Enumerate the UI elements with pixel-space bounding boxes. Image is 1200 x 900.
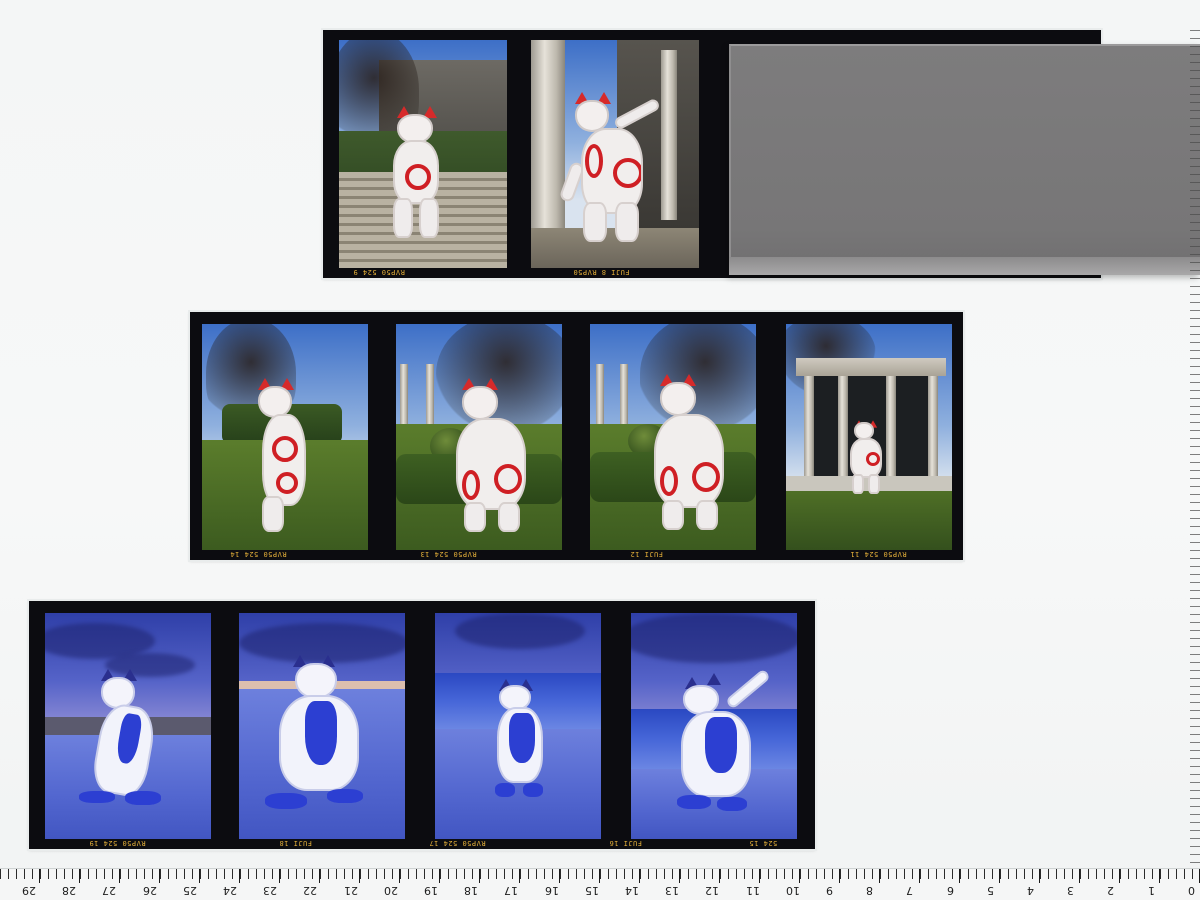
ruler-number: 12 [705,884,720,897]
ruler-number: 24 [223,884,237,897]
ruler-vertical [1182,30,1200,870]
photo-frame-hedge-garden [590,324,756,550]
ruler-number: 8 [866,884,874,897]
red-white-costume-figure [391,106,455,246]
photo-frame-beach [631,613,797,839]
red-white-costume-figure [244,378,314,538]
photo-frame-beach [239,613,405,839]
ruler-number: 21 [343,884,358,897]
ruler-number: 0 [1187,884,1195,897]
cover-card-edge [729,257,1200,275]
photo-frame-hedge-garden [396,324,562,550]
ruler-number: 16 [544,884,559,897]
film-strip-middle: RVP50 524 14 RVP50 524 13 FUJI 12 RVP50 … [190,312,963,560]
ruler-number: 17 [504,884,519,897]
ruler-number: 10 [785,884,800,897]
ruler-number: 3 [1067,884,1075,897]
blue-white-costume-figure [493,679,553,809]
film-edge-label: RVP50 524 9 [353,268,405,276]
photo-frame-garden-stairs [339,40,507,268]
photo-frame-columns [531,40,699,268]
ruler-number: 7 [906,884,914,897]
ruler-horizontal: 29 28 27 26 25 24 23 22 21 20 19 18 17 16 15 14 13 12 11 10… [0,868,1200,900]
ruler-number: 19 [424,884,438,897]
ruler-number: 1 [1147,884,1155,897]
blue-white-costume-figure [265,655,375,815]
film-edge-label: FUJI 16 [609,839,643,847]
blue-white-costume-figure [671,668,781,819]
red-white-costume-figure [848,418,888,498]
film-edge-label: RVP50 524 17 [429,839,486,847]
film-strip-bottom: RVP50 524 19 FUJI 18 RVP50 524 17 FUJI 1… [29,601,815,849]
photo-frame-pavilion [786,324,952,550]
ruler-number: 15 [584,884,599,897]
ruler-number: 26 [142,884,157,897]
film-edge-label: FUJI 12 [630,550,664,558]
ruler-number: 4 [1027,884,1034,897]
ruler-number: 11 [745,884,760,897]
red-white-costume-figure [650,374,730,538]
film-edge-label: FUJI 8 RVP50 [573,268,630,276]
film-edge-label: RVP50 524 13 [420,550,477,558]
ruler-number: 13 [665,884,680,897]
ruler-number: 22 [303,884,318,897]
ruler-number: 5 [986,884,994,897]
red-white-costume-figure [452,378,532,538]
ruler-number: 2 [1107,884,1115,897]
ruler-number: 6 [946,884,954,897]
film-edge-label: FUJI 18 [279,839,313,847]
photo-frame-garden-lawn [202,324,368,550]
film-edge-label: RVP50 524 19 [89,839,146,847]
film-edge-label: RVP50 524 14 [230,550,287,558]
photo-frame-beach [435,613,601,839]
ruler-number: 25 [182,884,197,897]
ruler-number: 9 [826,884,833,897]
ruler-number: 29 [22,884,36,897]
film-edge-label: RVP50 524 11 [850,550,907,558]
blue-white-costume-figure [79,669,171,809]
ruler-number: 28 [62,884,77,897]
ruler-number: 14 [625,884,639,897]
ruler-number: 18 [464,884,479,897]
red-white-costume-figure [558,92,679,252]
ruler-number: 27 [102,884,117,897]
photo-frame-beach [45,613,211,839]
film-edge-label: 524 15 [749,839,778,847]
ruler-number: 20 [383,884,398,897]
grey-cover-card [729,44,1200,275]
ruler-number: 23 [263,884,278,897]
